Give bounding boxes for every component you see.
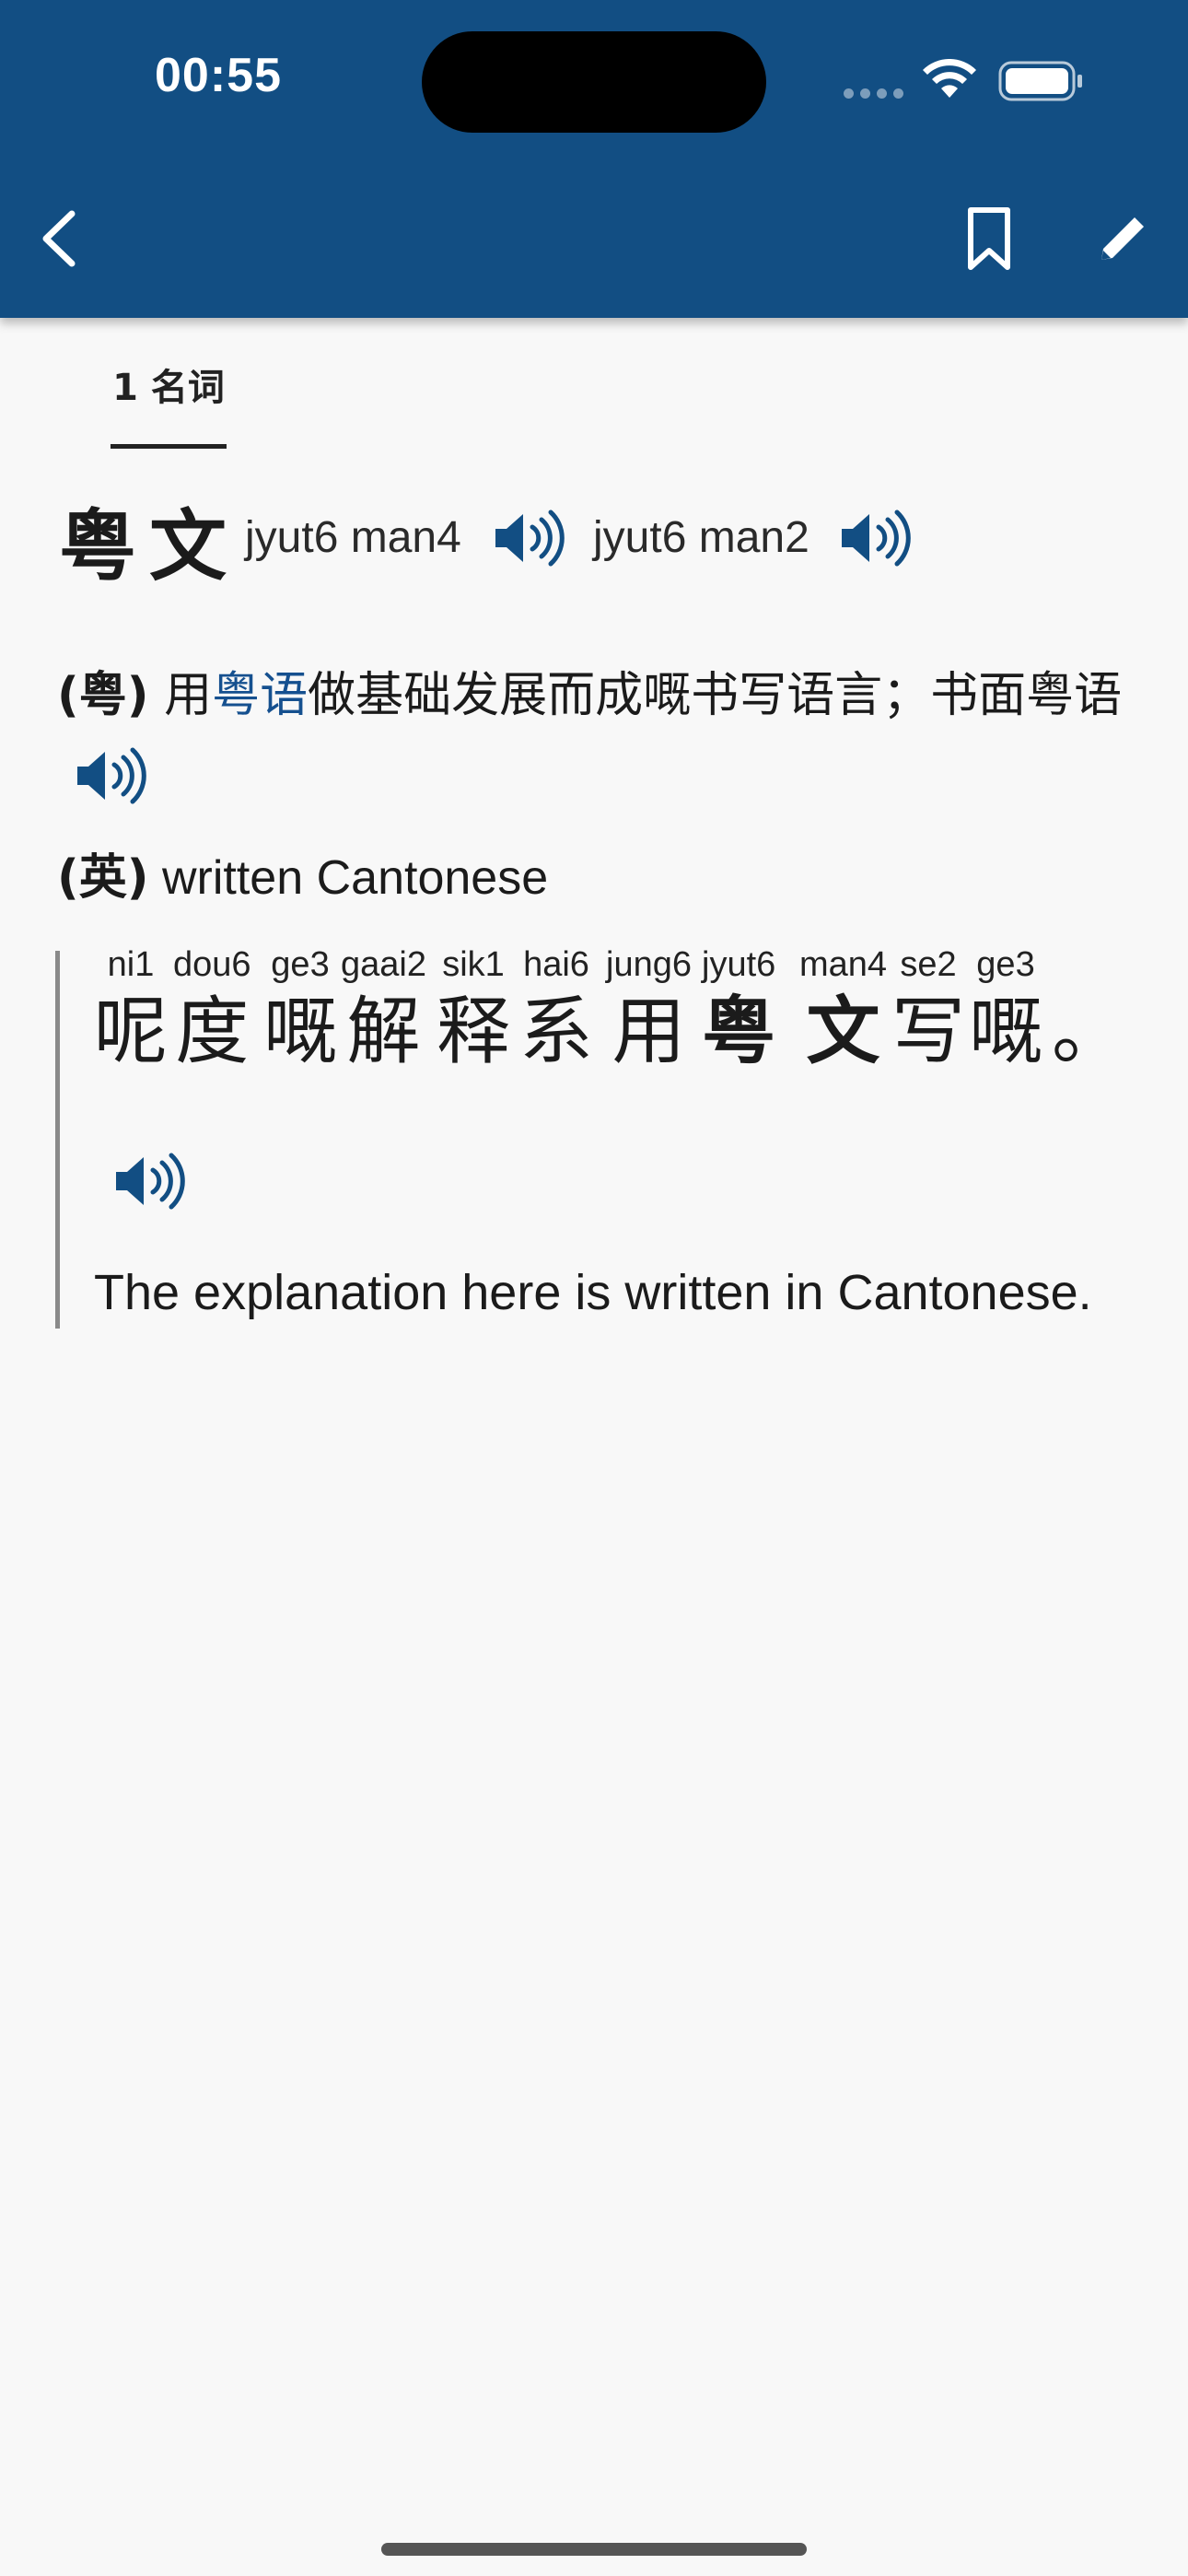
example-token: ge3 嘅: [969, 945, 1042, 1076]
example-char: 写: [891, 989, 965, 1074]
speaker-icon[interactable]: [838, 509, 912, 568]
example-char: 呢: [94, 989, 168, 1074]
example-translation: The explanation here is written in Canto…: [94, 1265, 1092, 1320]
jyutping: jyut6: [702, 945, 776, 984]
headword: 粤文: [59, 501, 240, 591]
tab-selected-indicator: [111, 444, 227, 449]
definition-english: (英) written Cantonese: [57, 838, 548, 907]
jyutping: [1052, 945, 1125, 988]
example-token-highlight: man4 文: [799, 945, 887, 1076]
bookmark-icon[interactable]: [961, 205, 1017, 273]
example-char: 系: [519, 989, 593, 1074]
definition-rest: 做基础发展而成嘅书写语言；书面粤语: [308, 668, 1123, 723]
example-token: hai6 系: [519, 945, 593, 1076]
status-time: 00:55: [155, 49, 282, 102]
pencil-icon[interactable]: [1092, 208, 1153, 269]
example-token: se2 写: [891, 945, 965, 1076]
jyutping: se2: [900, 945, 957, 984]
dynamic-island: [422, 31, 766, 133]
example-token: jung6 用: [606, 945, 692, 1076]
example-token: sik1 释: [437, 945, 510, 1076]
example-token: ni1 呢: [94, 945, 168, 1076]
example-char: 文: [806, 989, 880, 1074]
wifi-icon: [923, 59, 976, 98]
speaker-icon[interactable]: [492, 509, 565, 568]
example-token: dou6 度: [173, 945, 251, 1076]
battery-icon: [998, 61, 1082, 101]
example-char: 用: [611, 989, 686, 1074]
home-indicator[interactable]: [381, 2543, 807, 2556]
example-char: 解: [346, 989, 421, 1074]
definition-english-text: written Cantonese: [148, 851, 549, 905]
jyutping: sik1: [442, 945, 505, 984]
example-char: 嘅: [263, 989, 337, 1074]
jyutping: ni1: [107, 945, 155, 984]
pronunciation-2: jyut6 man2: [593, 513, 809, 562]
example-quote-bar: [55, 951, 60, 1329]
app-header: 00:55: [0, 0, 1188, 318]
example-token: 。: [1052, 945, 1125, 1076]
jyutping: jung6: [606, 945, 692, 984]
link-cantonese-language[interactable]: 粤语: [212, 668, 308, 723]
speaker-icon[interactable]: [74, 746, 147, 805]
lang-label-cantonese: (粤): [57, 668, 149, 723]
example-char: 释: [437, 989, 510, 1074]
jyutping: hai6: [523, 945, 589, 984]
cellular-signal-icon: [844, 88, 903, 99]
chevron-left-icon[interactable]: [31, 205, 87, 273]
definition-prefix: 用: [148, 668, 213, 723]
example-char: 粤: [702, 989, 776, 1074]
jyutping: man4: [799, 945, 888, 984]
jyutping: ge3: [976, 945, 1035, 984]
speaker-icon[interactable]: [112, 1152, 186, 1211]
jyutping: gaai2: [341, 945, 426, 984]
example-token-highlight: jyut6 粤: [702, 945, 775, 1076]
definition-cantonese: (粤) 用粤语做基础发展而成嘅书写语言；书面粤语: [57, 656, 1122, 725]
example-char: 度: [175, 989, 250, 1074]
jyutping: ge3: [271, 945, 330, 984]
example-token: ge3 嘅: [263, 945, 337, 1076]
example-char: 嘅: [969, 989, 1042, 1074]
jyutping: dou6: [173, 945, 251, 984]
example-char: 。: [1052, 989, 1125, 1074]
lang-label-english: (英): [57, 850, 149, 906]
pronunciation-1: jyut6 man4: [245, 513, 461, 562]
tab-noun[interactable]: 1 名词: [111, 357, 227, 411]
example-token: gaai2 解: [341, 945, 426, 1076]
